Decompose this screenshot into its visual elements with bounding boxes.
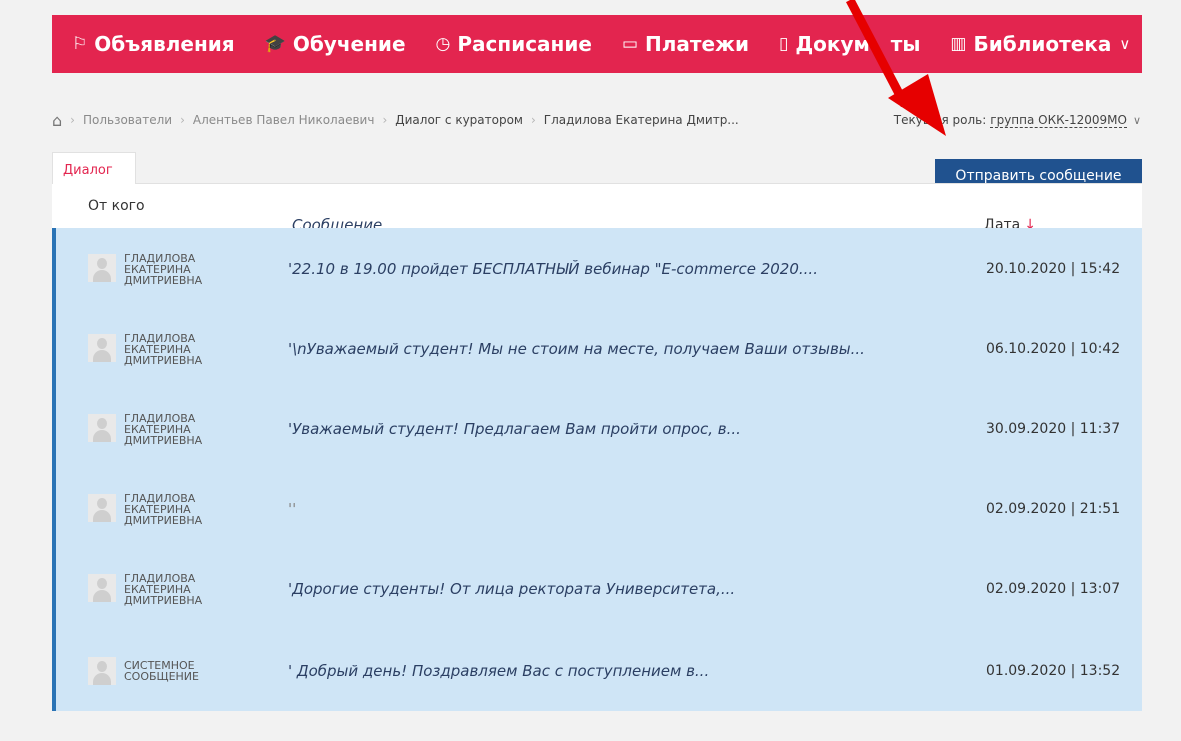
chevron-down-icon[interactable]: ∨ [1133,114,1141,127]
breadcrumb-separator: › [382,113,388,127]
nav-documents-label: Докум ты [795,32,921,56]
library-icon: ▥ [950,34,967,54]
breadcrumb-separator: › [530,113,536,127]
sender-name: ГЛАДИЛОВА ЕКАТЕРИНА ДМИТРИЕВНА [124,492,203,527]
nav-education-label: Обучение [292,32,406,56]
clock-icon: ◷ [435,34,451,54]
nav-announcements[interactable]: ⚐ Объявления [72,32,235,56]
role-value[interactable]: группа ОКК-12009МО [990,113,1127,128]
breadcrumb-users[interactable]: Пользователи [83,113,172,127]
sender-name: СИСТЕМНОЕ СООБЩЕНИЕ [124,659,199,683]
table-row[interactable]: ГЛАДИЛОВА ЕКАТЕРИНА ДМИТРИЕВНА '22.10 в … [52,228,1142,308]
avatar [88,574,116,602]
tab-dialog[interactable]: Диалог [52,152,136,184]
role-label: Текущая роль: [893,113,987,127]
nav-payments[interactable]: ▭ Платежи [622,32,749,56]
nav-library[interactable]: ▥ Библиотека ∨ [950,32,1130,56]
flag-icon: ⚐ [72,34,88,54]
table-row[interactable]: ГЛАДИЛОВА ЕКАТЕРИНА ДМИТРИЕВНА '' 02.09.… [52,468,1142,548]
graduation-cap-icon: 🎓 [264,34,286,54]
table-row[interactable]: ГЛАДИЛОВА ЕКАТЕРИНА ДМИТРИЕВНА 'Уважаемы… [52,388,1142,468]
sender-name: ГЛАДИЛОВА ЕКАТЕРИНА ДМИТРИЕВНА [124,572,203,607]
breadcrumb-dialog[interactable]: Диалог с куратором [395,113,523,127]
nav-announcements-label: Объявления [94,32,235,56]
avatar [88,334,116,362]
message-date: 06.10.2020 | 10:42 [986,341,1121,357]
breadcrumb-separator: › [70,113,75,127]
avatar [88,414,116,442]
sender-name: ГЛАДИЛОВА ЕКАТЕРИНА ДМИТРИЕВНА [124,252,203,287]
nav-payments-label: Платежи [645,32,749,56]
role-selector[interactable]: Текущая роль: группа ОКК-12009МО ∨ [894,108,1141,132]
breadcrumb-current: Гладилова Екатерина Дмитр... [543,113,739,127]
message-preview[interactable]: '' [288,500,296,518]
message-preview[interactable]: '22.10 в 19.00 пройдет БЕСПЛАТНЫЙ вебина… [288,260,818,278]
message-date: 30.09.2020 | 11:37 [986,421,1121,437]
sender-name: ГЛАДИЛОВА ЕКАТЕРИНА ДМИТРИЕВНА [124,332,203,367]
table-row[interactable]: ГЛАДИЛОВА ЕКАТЕРИНА ДМИТРИЕВНА 'Дорогие … [52,548,1142,628]
message-date: 20.10.2020 | 15:42 [986,261,1121,277]
column-header-from: От кого [88,198,145,214]
breadcrumb-separator: › [180,113,185,127]
message-preview[interactable]: ' Добрый день! Поздравляем Вас с поступл… [288,662,709,680]
avatar [88,254,116,282]
message-preview[interactable]: '\nУважаемый студент! Мы не стоим на мес… [288,340,865,358]
sender-name: ГЛАДИЛОВА ЕКАТЕРИНА ДМИТРИЕВНА [124,412,203,447]
nav-schedule-label: Расписание [457,32,592,56]
chevron-down-icon: ∨ [1119,35,1131,53]
message-preview[interactable]: 'Дорогие студенты! От лица ректората Уни… [288,580,735,598]
payment-icon: ▭ [621,34,639,54]
nav-library-label: Библиотека [973,32,1112,56]
avatar [88,494,116,522]
nav-schedule[interactable]: ◷ Расписание [436,32,592,56]
nav-documents[interactable]: ▯ Докум ты [779,32,920,56]
nav-education[interactable]: 🎓 Обучение [265,32,406,56]
home-icon[interactable]: ⌂ [52,111,62,130]
message-date: 01.09.2020 | 13:52 [986,663,1121,679]
table-row[interactable]: СИСТЕМНОЕ СООБЩЕНИЕ ' Добрый день! Поздр… [52,628,1142,711]
main-navbar: ⚐ Объявления 🎓 Обучение ◷ Расписание ▭ П… [52,15,1142,73]
message-preview[interactable]: 'Уважаемый студент! Предлагаем Вам пройт… [288,420,741,438]
breadcrumb-user[interactable]: Алентьев Павел Николаевич [193,113,375,127]
avatar [88,657,116,685]
message-date: 02.09.2020 | 13:07 [986,581,1121,597]
table-row[interactable]: ГЛАДИЛОВА ЕКАТЕРИНА ДМИТРИЕВНА '\nУважае… [52,308,1142,388]
messages-table: От кого Сообщение Дата ↓ ГЛАДИЛОВА ЕКАТЕР… [52,184,1142,711]
table-header: От кого Сообщение Дата ↓ [52,184,1142,234]
document-icon: ▯ [778,34,789,54]
message-date: 02.09.2020 | 21:51 [986,501,1121,517]
